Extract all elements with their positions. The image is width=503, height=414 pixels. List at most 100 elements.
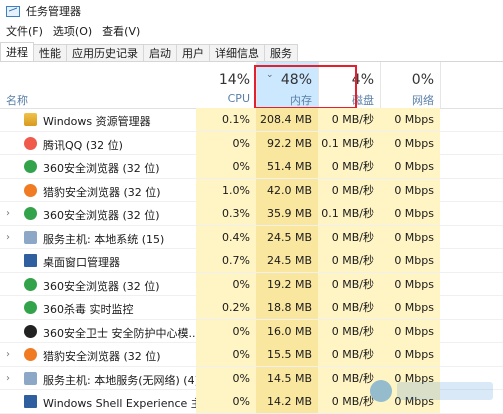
process-list: Windows 资源管理器 0.1% 208.4 MB 0 MB/秒 0 Mbps 腾讯Q…: [0, 108, 503, 414]
tab-bar: 进程 性能 应用历史记录 启动 用户 详细信息 服务: [0, 42, 503, 62]
browser-360-icon: [24, 160, 37, 173]
title-bar: 任务管理器: [0, 0, 503, 22]
process-row[interactable]: 猎豹安全浏览器 (32 位) 1.0% 42.0 MB 0 MB/秒 0 Mbps: [0, 178, 503, 202]
process-memory: 16.0 MB: [256, 319, 318, 343]
shell-icon: [24, 395, 37, 408]
process-name: 360安全浏览器 (32 位): [43, 279, 160, 293]
network-total: 0%: [411, 72, 434, 88]
process-disk: 0.1 MB/秒: [318, 131, 380, 155]
process-cpu: 0.1%: [196, 108, 256, 131]
tab-users[interactable]: 用户: [176, 44, 210, 61]
network-label: 网络: [412, 94, 434, 107]
process-cpu: 0%: [196, 319, 256, 343]
process-cpu: 0%: [196, 366, 256, 390]
process-disk: 0 MB/秒: [318, 296, 380, 319]
process-network: 0 Mbps: [380, 249, 440, 272]
process-memory: 18.8 MB: [256, 296, 318, 319]
process-name: Windows Shell Experience 主...: [43, 397, 213, 410]
process-memory: 14.5 MB: [256, 366, 318, 390]
menu-bar: 文件(F) 选项(O) 查看(V): [0, 22, 503, 40]
process-memory: 24.5 MB: [256, 249, 318, 272]
process-name: Windows 资源管理器: [43, 115, 151, 128]
process-row[interactable]: 360安全浏览器 (32 位) 0% 19.2 MB 0 MB/秒 0 Mbps: [0, 272, 503, 296]
column-network[interactable]: 0% 网络: [380, 62, 440, 108]
cpu-label: CPU: [227, 92, 250, 105]
browser-360-icon: [24, 277, 37, 291]
tab-performance[interactable]: 性能: [33, 44, 67, 61]
tab-details[interactable]: 详细信息: [209, 44, 265, 61]
process-cpu: 0.3%: [196, 202, 256, 225]
process-network: 0 Mbps: [380, 319, 440, 343]
process-network: 0 Mbps: [380, 272, 440, 296]
process-memory: 51.4 MB: [256, 155, 318, 178]
process-row[interactable]: 360杀毒 实时监控 0.2% 18.8 MB 0 MB/秒 0 Mbps: [0, 296, 503, 320]
watermark-logo: [370, 380, 493, 402]
process-network: 0 Mbps: [380, 108, 440, 131]
process-cpu: 0%: [196, 131, 256, 155]
process-row[interactable]: › 服务主机: 本地系统 (15) 0.4% 24.5 MB 0 MB/秒 0 Mbps: [0, 225, 503, 249]
process-row[interactable]: 360安全卫士 安全防护中心模... 0% 16.0 MB 0 MB/秒 0 Mbps: [0, 319, 503, 343]
column-header: 名称 14% CPU ⌄ 48% 内存 4% 磁盘 0% 网络: [0, 62, 503, 109]
process-row[interactable]: › 猎豹安全浏览器 (32 位) 0% 15.5 MB 0 MB/秒 0 Mbps: [0, 343, 503, 367]
process-disk: 0 MB/秒: [318, 249, 380, 272]
process-network: 0 Mbps: [380, 225, 440, 249]
process-memory: 208.4 MB: [256, 108, 318, 131]
cpu-total: 14%: [218, 72, 250, 88]
process-name: 360安全卫士 安全防护中心模...: [43, 326, 199, 340]
menu-options[interactable]: 选项(O): [49, 23, 96, 39]
qq-icon: [24, 136, 37, 150]
browser-360-icon: [24, 207, 37, 220]
process-cpu: 0%: [196, 155, 256, 178]
column-cpu[interactable]: 14% CPU: [196, 62, 256, 108]
menu-view[interactable]: 查看(V): [98, 23, 144, 39]
process-disk: 0 MB/秒: [318, 272, 380, 296]
process-network: 0 Mbps: [380, 155, 440, 178]
process-name: 360安全浏览器 (32 位): [43, 209, 160, 222]
process-name: 猎豹安全浏览器 (32 位): [43, 185, 161, 199]
desktop-window-icon: [24, 254, 37, 267]
process-disk: 0 MB/秒: [318, 343, 380, 366]
process-name: 猎豹安全浏览器 (32 位): [43, 350, 161, 363]
expand-chevron-icon[interactable]: ›: [6, 373, 10, 384]
process-memory: 15.5 MB: [256, 343, 318, 366]
process-name: 腾讯QQ (32 位): [43, 138, 123, 152]
process-name: 360安全浏览器 (32 位): [43, 162, 160, 175]
process-cpu: 0%: [196, 343, 256, 366]
process-cpu: 0.4%: [196, 225, 256, 249]
process-network: 0 Mbps: [380, 131, 440, 155]
service-host-icon: [24, 371, 37, 385]
process-memory: 19.2 MB: [256, 272, 318, 296]
process-row[interactable]: 360安全浏览器 (32 位) 0% 51.4 MB 0 MB/秒 0 Mbps: [0, 155, 503, 179]
menu-file[interactable]: 文件(F): [2, 23, 47, 39]
header-divider: [380, 62, 381, 108]
process-network: 0 Mbps: [380, 296, 440, 319]
process-row[interactable]: 腾讯QQ (32 位) 0% 92.2 MB 0.1 MB/秒 0 Mbps: [0, 131, 503, 155]
process-memory: 35.9 MB: [256, 202, 318, 225]
process-row[interactable]: › 360安全浏览器 (32 位) 0.3% 35.9 MB 0.1 MB/秒 0 Mbp…: [0, 202, 503, 226]
header-divider: [440, 62, 441, 108]
process-cpu: 0.2%: [196, 296, 256, 319]
process-disk: 0 MB/秒: [318, 225, 380, 249]
process-network: 0 Mbps: [380, 178, 440, 202]
cheetah-browser-icon: [24, 348, 37, 361]
expand-chevron-icon[interactable]: ›: [6, 232, 10, 243]
process-network: 0 Mbps: [380, 343, 440, 366]
process-cpu: 1.0%: [196, 178, 256, 202]
process-disk: 0 MB/秒: [318, 178, 380, 202]
tab-app-history[interactable]: 应用历史记录: [66, 44, 144, 61]
tab-processes[interactable]: 进程: [0, 42, 34, 61]
column-name[interactable]: 名称: [6, 92, 28, 108]
tab-services[interactable]: 服务: [264, 44, 298, 61]
expand-chevron-icon[interactable]: ›: [6, 208, 10, 219]
tab-startup[interactable]: 启动: [143, 44, 177, 61]
expand-chevron-icon[interactable]: ›: [6, 349, 10, 360]
cheetah-browser-icon: [24, 183, 37, 197]
folder-icon: [24, 113, 37, 126]
window-title: 任务管理器: [26, 5, 81, 18]
process-row[interactable]: Windows 资源管理器 0.1% 208.4 MB 0 MB/秒 0 Mbps: [0, 108, 503, 132]
task-manager-icon: [6, 5, 20, 17]
process-disk: 0.1 MB/秒: [318, 202, 380, 225]
service-host-icon: [24, 230, 37, 244]
process-disk: 0 MB/秒: [318, 319, 380, 343]
process-row[interactable]: 桌面窗口管理器 0.7% 24.5 MB 0 MB/秒 0 Mbps: [0, 249, 503, 273]
